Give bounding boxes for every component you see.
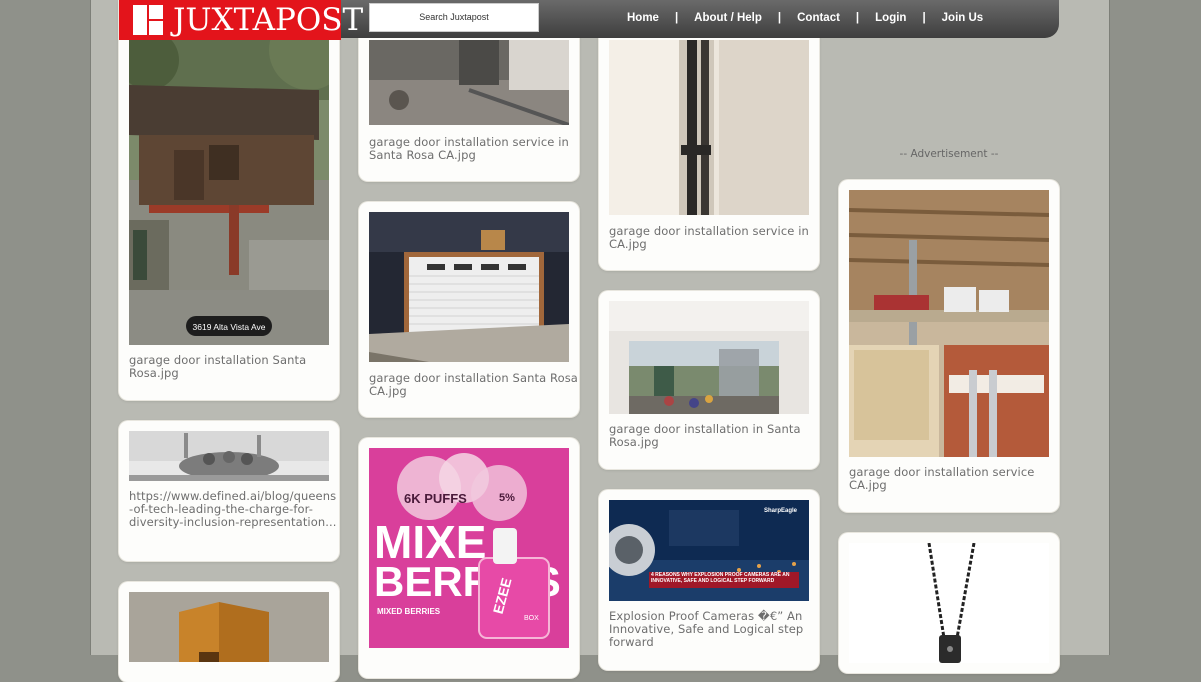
image-brand-text: SharpEagle <box>764 508 798 514</box>
post-caption[interactable]: garage door installation Santa Rosa CA.j… <box>369 372 579 398</box>
post-caption[interactable]: garage door installation Santa Rosa.jpg <box>129 354 339 380</box>
post-image[interactable] <box>609 301 809 414</box>
post-caption[interactable]: garage door installation service in Sant… <box>369 136 579 162</box>
post-image[interactable]: 3619 Alta Vista Ave <box>129 40 329 345</box>
post-image[interactable] <box>609 40 809 215</box>
image-puffs-text: 6K PUFFS <box>404 491 467 506</box>
image-box-text: BOX <box>524 615 539 622</box>
image-banner-text: 4 REASONS WHY EXPLOSION PROOF CAMERAS AR… <box>651 572 790 584</box>
post-caption[interactable]: garage door installation service CA.jpg <box>849 466 1059 492</box>
nav-about-link[interactable]: About / Help <box>687 12 769 24</box>
nav-contact-link[interactable]: Contact <box>790 12 847 24</box>
nav-home-link[interactable]: Home <box>620 12 666 24</box>
image-address-label: 3619 Alta Vista Ave <box>193 322 266 332</box>
post-image[interactable] <box>369 40 569 125</box>
post-card[interactable]: garage door installation Santa Rosa CA.j… <box>359 202 579 417</box>
logo-text: JUXTAPOST <box>173 2 364 38</box>
image-percent-text: 5% <box>499 492 515 504</box>
image-flavor-text: MIXED BERRIES <box>377 607 441 616</box>
post-card[interactable]: garage door installation service in CA.j… <box>599 0 819 270</box>
search-input[interactable]: Search Juxtapost <box>369 3 539 32</box>
nav-join-link[interactable]: Join Us <box>935 12 991 24</box>
post-caption[interactable]: garage door installation in Santa Rosa.j… <box>609 423 819 449</box>
site-logo[interactable]: JUXTAPOST <box>119 0 363 40</box>
post-image[interactable] <box>369 212 569 362</box>
post-card[interactable]: garage door installation service CA.jpg <box>839 180 1059 512</box>
post-card[interactable]: 6K PUFFS 5% MIXE BERRIES MIXED BERRIES E… <box>359 438 579 678</box>
nav-separator: | <box>922 12 926 24</box>
advertisement-label: -- Advertisement -- <box>899 148 999 160</box>
nav-login-link[interactable]: Login <box>868 12 913 24</box>
post-caption[interactable]: garage door installation service in CA.j… <box>609 225 819 251</box>
post-caption[interactable]: https://www.defined.ai/blog/queens-of-te… <box>129 490 339 529</box>
post-card[interactable]: garage door installation in Santa Rosa.j… <box>599 291 819 469</box>
post-card[interactable]: SharpEagle 4 REASONS WHY EXPLOSION PROOF… <box>599 490 819 670</box>
post-card[interactable]: https://www.defined.ai/blog/queens-of-te… <box>119 421 339 561</box>
post-image[interactable]: SharpEagle 4 REASONS WHY EXPLOSION PROOF… <box>609 500 809 601</box>
post-card[interactable] <box>839 533 1059 673</box>
post-image[interactable] <box>129 431 329 481</box>
post-caption[interactable]: Explosion Proof Cameras �€” An Innovativ… <box>609 610 819 649</box>
logo-icon <box>133 5 163 35</box>
nav-separator: | <box>855 12 860 24</box>
post-card[interactable] <box>119 582 339 682</box>
post-image[interactable] <box>849 543 1049 663</box>
post-image[interactable] <box>849 190 1049 457</box>
post-image[interactable]: 6K PUFFS 5% MIXE BERRIES MIXED BERRIES E… <box>369 448 569 648</box>
post-card[interactable]: 3619 Alta Vista Ave garage door installa… <box>119 0 339 400</box>
nav-separator: | <box>777 12 782 24</box>
post-image[interactable] <box>129 592 329 662</box>
nav-separator: | <box>674 12 679 24</box>
main-nav: Home | About / Help | Contact | Login | … <box>620 0 990 36</box>
